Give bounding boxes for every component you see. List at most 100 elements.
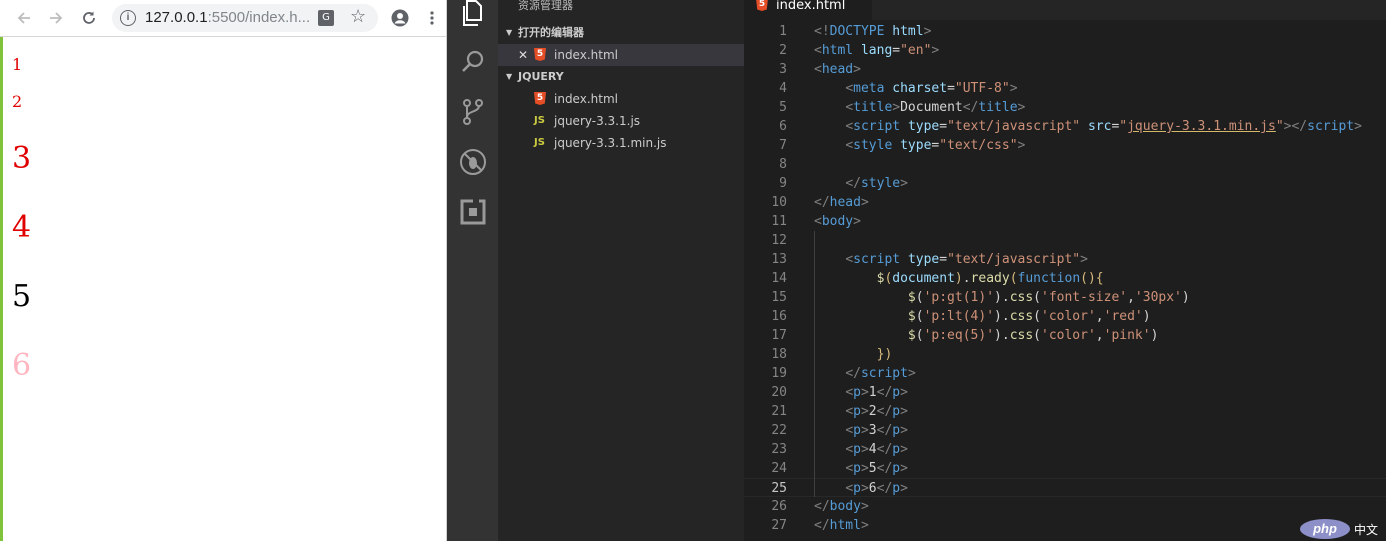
code-line[interactable]: 13 <script type="text/javascript"> — [744, 250, 1386, 269]
line-number: 9 — [779, 176, 787, 191]
forward-button[interactable] — [43, 5, 69, 31]
code-line[interactable]: 20 <p>1</p> — [744, 383, 1386, 402]
file-item-jquery-min-js[interactable]: JS jquery-3.3.1.min.js — [498, 132, 744, 154]
paragraph-6: 6 — [12, 348, 32, 383]
code-line[interactable]: 6 <script type="text/javascript" src="jq… — [744, 117, 1386, 136]
line-number: 21 — [771, 404, 787, 419]
code-text: $('p:eq(5)').css('color','pink') — [907, 328, 1159, 343]
profile-button[interactable] — [387, 5, 413, 31]
html5-icon: 5 — [534, 48, 546, 61]
php-cn-watermark: php 中文网 — [1300, 517, 1380, 541]
line-number: 5 — [779, 100, 787, 115]
debug-button[interactable] — [459, 148, 487, 176]
line-number: 16 — [771, 309, 787, 324]
back-button[interactable] — [11, 5, 37, 31]
paragraph-4: 4 — [12, 210, 32, 245]
file-item-index-html[interactable]: 5 index.html — [498, 88, 744, 110]
url-host: 127.0.0.1 — [145, 9, 208, 26]
code-line[interactable]: 19 </script> — [744, 364, 1386, 383]
file-name: jquery-3.3.1.min.js — [554, 136, 667, 150]
code-line[interactable]: 11 <body> — [744, 212, 1386, 231]
line-number: 10 — [771, 195, 787, 210]
file-name: jquery-3.3.1.js — [554, 114, 641, 128]
arrow-left-icon — [17, 12, 30, 24]
code-text: $('p:gt(1)').css('font-size','30px') — [907, 290, 1190, 305]
explorer-button[interactable] — [459, 0, 487, 28]
source-control-button[interactable] — [459, 98, 487, 126]
code-line[interactable]: 5 <title>Document</title> — [744, 98, 1386, 117]
code-line[interactable]: 4 <meta charset="UTF-8"> — [744, 79, 1386, 98]
line-number: 17 — [771, 328, 787, 343]
code-line[interactable]: 21 <p>2</p> — [744, 402, 1386, 421]
chevron-down-icon: ▼ — [506, 72, 513, 81]
project-folder-label: JQUERY — [518, 70, 564, 83]
code-text: <meta charset="UTF-8"> — [845, 81, 1018, 96]
tab-index-html[interactable]: 5 index.html — [744, 0, 872, 20]
search-button[interactable] — [459, 48, 487, 76]
code-line[interactable]: 22 <p>3</p> — [744, 421, 1386, 440]
code-text: <style type="text/css"> — [845, 138, 1026, 153]
line-number: 14 — [771, 271, 787, 286]
browser-window: i 127.0.0.1:5500/index.h... G ☆ 1 2 3 4 … — [0, 0, 447, 541]
more-vert-icon — [430, 11, 434, 25]
code-text: <!DOCTYPE html> — [814, 24, 932, 39]
line-number: 4 — [779, 81, 787, 96]
code-line[interactable]: 7 <style type="text/css"> — [744, 136, 1386, 155]
translate-icon[interactable]: G — [318, 10, 334, 26]
files-icon — [463, 0, 482, 26]
editor-tab-bar: 5 index.html — [744, 0, 1386, 20]
code-line[interactable]: 15 $('p:gt(1)').css('font-size','30px') — [744, 288, 1386, 307]
bookmark-star-icon[interactable]: ☆ — [350, 6, 366, 27]
code-text: $(document).ready(function(){ — [876, 271, 1104, 286]
tab-label: index.html — [776, 0, 846, 13]
code-line[interactable]: 1 <!DOCTYPE html> — [744, 22, 1386, 41]
code-line[interactable]: 27 </html> — [744, 516, 1386, 535]
code-line[interactable]: 18 }) — [744, 345, 1386, 364]
code-line[interactable]: 16 $('p:lt(4)').css('color','red') — [744, 307, 1386, 326]
line-number: 6 — [779, 119, 787, 134]
line-number: 8 — [779, 157, 787, 172]
code-line[interactable]: 14 $(document).ready(function(){ — [744, 269, 1386, 288]
reload-icon — [83, 11, 95, 24]
line-number: 12 — [771, 233, 787, 248]
extensions-button[interactable] — [459, 198, 487, 226]
open-editor-item[interactable]: ✕ 5 index.html — [498, 44, 744, 66]
address-bar[interactable]: i 127.0.0.1:5500/index.h... G ☆ — [112, 4, 378, 32]
code-line[interactable]: 17 $('p:eq(5)').css('color','pink') — [744, 326, 1386, 345]
account-icon — [391, 9, 409, 27]
info-icon[interactable]: i — [120, 10, 136, 26]
line-number: 26 — [771, 499, 787, 514]
code-text: }) — [876, 347, 893, 362]
chevron-down-icon: ▼ — [506, 28, 513, 37]
line-number: 18 — [771, 347, 787, 362]
reload-button[interactable] — [76, 5, 102, 31]
line-number: 25 — [771, 481, 787, 496]
html5-icon: 5 — [534, 92, 546, 105]
code-text: </body> — [814, 499, 869, 514]
watermark-text: 中文网 — [1354, 523, 1379, 541]
code-line[interactable]: 2 <html lang="en"> — [744, 41, 1386, 60]
code-line[interactable]: 10 </head> — [744, 193, 1386, 212]
open-editor-filename: index.html — [554, 48, 618, 62]
file-item-jquery-js[interactable]: JS jquery-3.3.1.js — [498, 110, 744, 132]
activity-bar — [447, 0, 498, 541]
line-number: 20 — [771, 385, 787, 400]
line-number: 7 — [779, 138, 787, 153]
code-text: <p>6</p> — [845, 481, 908, 496]
code-line[interactable]: 3 <head> — [744, 60, 1386, 79]
code-line[interactable]: 24 <p>5</p> — [744, 459, 1386, 478]
menu-button[interactable] — [419, 5, 445, 31]
code-line[interactable]: 9 </style> — [744, 174, 1386, 193]
close-icon[interactable]: ✕ — [518, 44, 528, 66]
html5-icon: 5 — [756, 0, 768, 11]
code-text: <head> — [814, 62, 861, 77]
search-icon — [462, 50, 484, 72]
code-line[interactable]: 26 </body> — [744, 497, 1386, 516]
project-folder-header[interactable]: ▼ JQUERY — [498, 66, 744, 88]
url-text[interactable]: 127.0.0.1:5500/index.h... — [145, 9, 315, 26]
open-editors-header[interactable]: ▼ 打开的编辑器 — [498, 22, 744, 44]
code-line[interactable]: 12 — [744, 231, 1386, 250]
code-line[interactable]: 23 <p>4</p> — [744, 440, 1386, 459]
code-line[interactable]: 8 — [744, 155, 1386, 174]
code-line[interactable]: 25 <p>6</p> — [744, 478, 1386, 497]
